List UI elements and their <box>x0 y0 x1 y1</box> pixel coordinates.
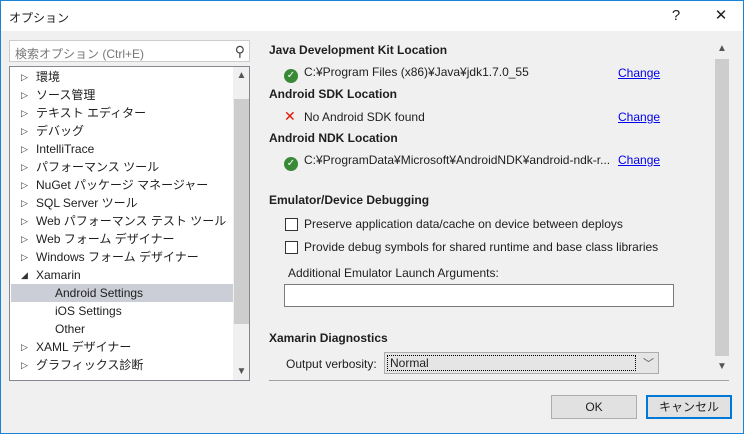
verbosity-select[interactable]: Normal ﹀ <box>384 352 659 374</box>
tree-item-label: パフォーマンス ツール <box>36 160 160 174</box>
scroll-down-icon[interactable]: ▼ <box>233 366 249 377</box>
tree-item-label: グラフィックス診断 <box>36 358 144 372</box>
verbosity-label: Output verbosity: <box>286 357 377 371</box>
debug-symbols-label: Provide debug symbols for shared runtime… <box>304 240 659 254</box>
tree-item[interactable]: ▷ グラフィックス診断 <box>11 356 233 374</box>
settings-scroll-thumb[interactable] <box>715 59 729 356</box>
scroll-up-icon[interactable]: ▲ <box>714 43 730 54</box>
verbosity-value: Normal <box>387 355 636 371</box>
expand-arrow-icon[interactable]: ▷ <box>21 140 28 158</box>
title-bar: オプション ? ✕ <box>1 1 743 31</box>
search-placeholder: 検索オプション (Ctrl+E) <box>15 47 145 61</box>
tree-item[interactable]: ▷ テキスト エディター <box>11 104 233 122</box>
expand-arrow-icon[interactable]: ▷ <box>21 212 28 230</box>
tree-item-label: NuGet パッケージ マネージャー <box>36 178 209 192</box>
tree-item[interactable]: ▷ ソース管理 <box>11 86 233 104</box>
tree-item-label: ソース管理 <box>36 88 96 102</box>
tree-item-label: Other <box>55 322 86 336</box>
tree-item-label: 環境 <box>36 70 61 84</box>
sdk-heading: Android SDK Location <box>269 87 397 101</box>
options-dialog: オプション ? ✕ 検索オプション (Ctrl+E) ⚲ ▷ グラフィックス診断 ▷… <box>0 0 744 434</box>
expand-arrow-icon[interactable]: ▷ <box>21 158 28 176</box>
ok-button[interactable]: OK <box>551 395 637 419</box>
debug-symbols-checkbox[interactable] <box>285 241 298 254</box>
options-tree: ▷ グラフィックス診断 ▷ XAML デザイナー Other iOS Settings An… <box>9 66 250 381</box>
emulator-args-input[interactable] <box>284 284 674 307</box>
help-button[interactable]: ? <box>661 5 691 27</box>
tree-item[interactable]: ▷ SQL Server ツール <box>11 194 233 212</box>
tree-item-label: デバッグ <box>36 124 85 138</box>
scroll-up-icon[interactable]: ▲ <box>233 70 249 81</box>
jdk-heading: Java Development Kit Location <box>269 43 448 57</box>
tree-item-label: Web パフォーマンス テスト ツール <box>36 214 227 228</box>
check-icon: ✓ <box>284 69 298 83</box>
tree-item[interactable]: Android Settings <box>11 284 233 302</box>
tree-item[interactable]: ◢ Xamarin <box>11 266 233 284</box>
expand-arrow-icon[interactable]: ▷ <box>21 248 28 266</box>
tree-item[interactable]: ▷ 環境 <box>11 68 233 86</box>
expand-arrow-icon[interactable]: ▷ <box>21 176 28 194</box>
jdk-status: ✓ C:¥Program Files (x86)¥Java¥jdk1.7.0_55 <box>284 63 529 83</box>
cancel-button[interactable]: キャンセル <box>646 395 732 419</box>
tree-item[interactable]: ▷ NuGet パッケージ マネージャー <box>11 176 233 194</box>
collapse-arrow-icon[interactable]: ◢ <box>21 266 28 284</box>
tree-item-label: XAML デザイナー <box>36 340 132 354</box>
tree-item[interactable]: ▷ デバッグ <box>11 122 233 140</box>
tree-item[interactable]: Other <box>11 320 233 338</box>
tree-item-label: テキスト エディター <box>36 106 147 120</box>
expand-arrow-icon[interactable]: ▷ <box>21 86 28 104</box>
expand-arrow-icon[interactable]: ▷ <box>21 68 28 86</box>
diagnostics-heading: Xamarin Diagnostics <box>269 331 388 345</box>
expand-arrow-icon[interactable]: ▷ <box>21 122 28 140</box>
jdk-change-link[interactable]: Change <box>618 66 660 80</box>
check-icon: ✓ <box>284 157 298 171</box>
search-icon[interactable]: ⚲ <box>235 43 245 60</box>
divider <box>269 380 729 381</box>
tree-item-label: Android Settings <box>55 286 144 300</box>
preserve-data-checkbox[interactable] <box>285 218 298 231</box>
ndk-status: ✓ C:¥ProgramData¥Microsoft¥AndroidNDK¥and… <box>284 151 610 171</box>
scroll-down-icon[interactable]: ▼ <box>714 361 730 372</box>
sdk-change-link[interactable]: Change <box>618 110 660 124</box>
tree-item-label: iOS Settings <box>55 304 122 318</box>
tree-item-label: Windows フォーム デザイナー <box>36 250 199 264</box>
tree-item-label: Web フォーム デザイナー <box>36 232 175 246</box>
tree-scrollbar[interactable]: ▲ ▼ <box>233 67 249 380</box>
tree-item[interactable]: iOS Settings <box>11 302 233 320</box>
tree-item-label: IntelliTrace <box>36 142 95 156</box>
expand-arrow-icon[interactable]: ▷ <box>21 338 28 356</box>
expand-arrow-icon[interactable]: ▷ <box>21 356 28 374</box>
tree-item[interactable]: ▷ Web パフォーマンス テスト ツール <box>11 212 233 230</box>
close-button[interactable]: ✕ <box>706 5 736 27</box>
tree-item-label: Xamarin <box>36 268 81 282</box>
tree-item[interactable]: ▷ XAML デザイナー <box>11 338 233 356</box>
error-x-icon: ✕ <box>284 108 296 124</box>
settings-scrollbar[interactable]: ▲ ▼ <box>714 41 730 374</box>
tree-scroll-thumb[interactable] <box>234 99 249 324</box>
tree-item[interactable]: ▷ Windows フォーム デザイナー <box>11 248 233 266</box>
chevron-down-icon: ﹀ <box>643 358 654 370</box>
search-options-input[interactable]: 検索オプション (Ctrl+E) ⚲ <box>9 40 250 62</box>
expand-arrow-icon[interactable]: ▷ <box>21 194 28 212</box>
ndk-change-link[interactable]: Change <box>618 153 660 167</box>
window-title: オプション <box>9 11 70 25</box>
sdk-status: ✕ No Android SDK found <box>284 108 425 124</box>
ndk-heading: Android NDK Location <box>269 131 398 145</box>
emulator-heading: Emulator/Device Debugging <box>269 193 430 207</box>
tree-item[interactable]: ▷ IntelliTrace <box>11 140 233 158</box>
expand-arrow-icon[interactable]: ▷ <box>21 104 28 122</box>
preserve-data-label: Preserve application data/cache on devic… <box>304 217 623 231</box>
tree-item-label: SQL Server ツール <box>36 196 138 210</box>
tree-item[interactable]: ▷ パフォーマンス ツール <box>11 158 233 176</box>
emulator-args-label: Additional Emulator Launch Arguments: <box>288 266 499 280</box>
tree-item[interactable]: ▷ Web フォーム デザイナー <box>11 230 233 248</box>
expand-arrow-icon[interactable]: ▷ <box>21 230 28 248</box>
